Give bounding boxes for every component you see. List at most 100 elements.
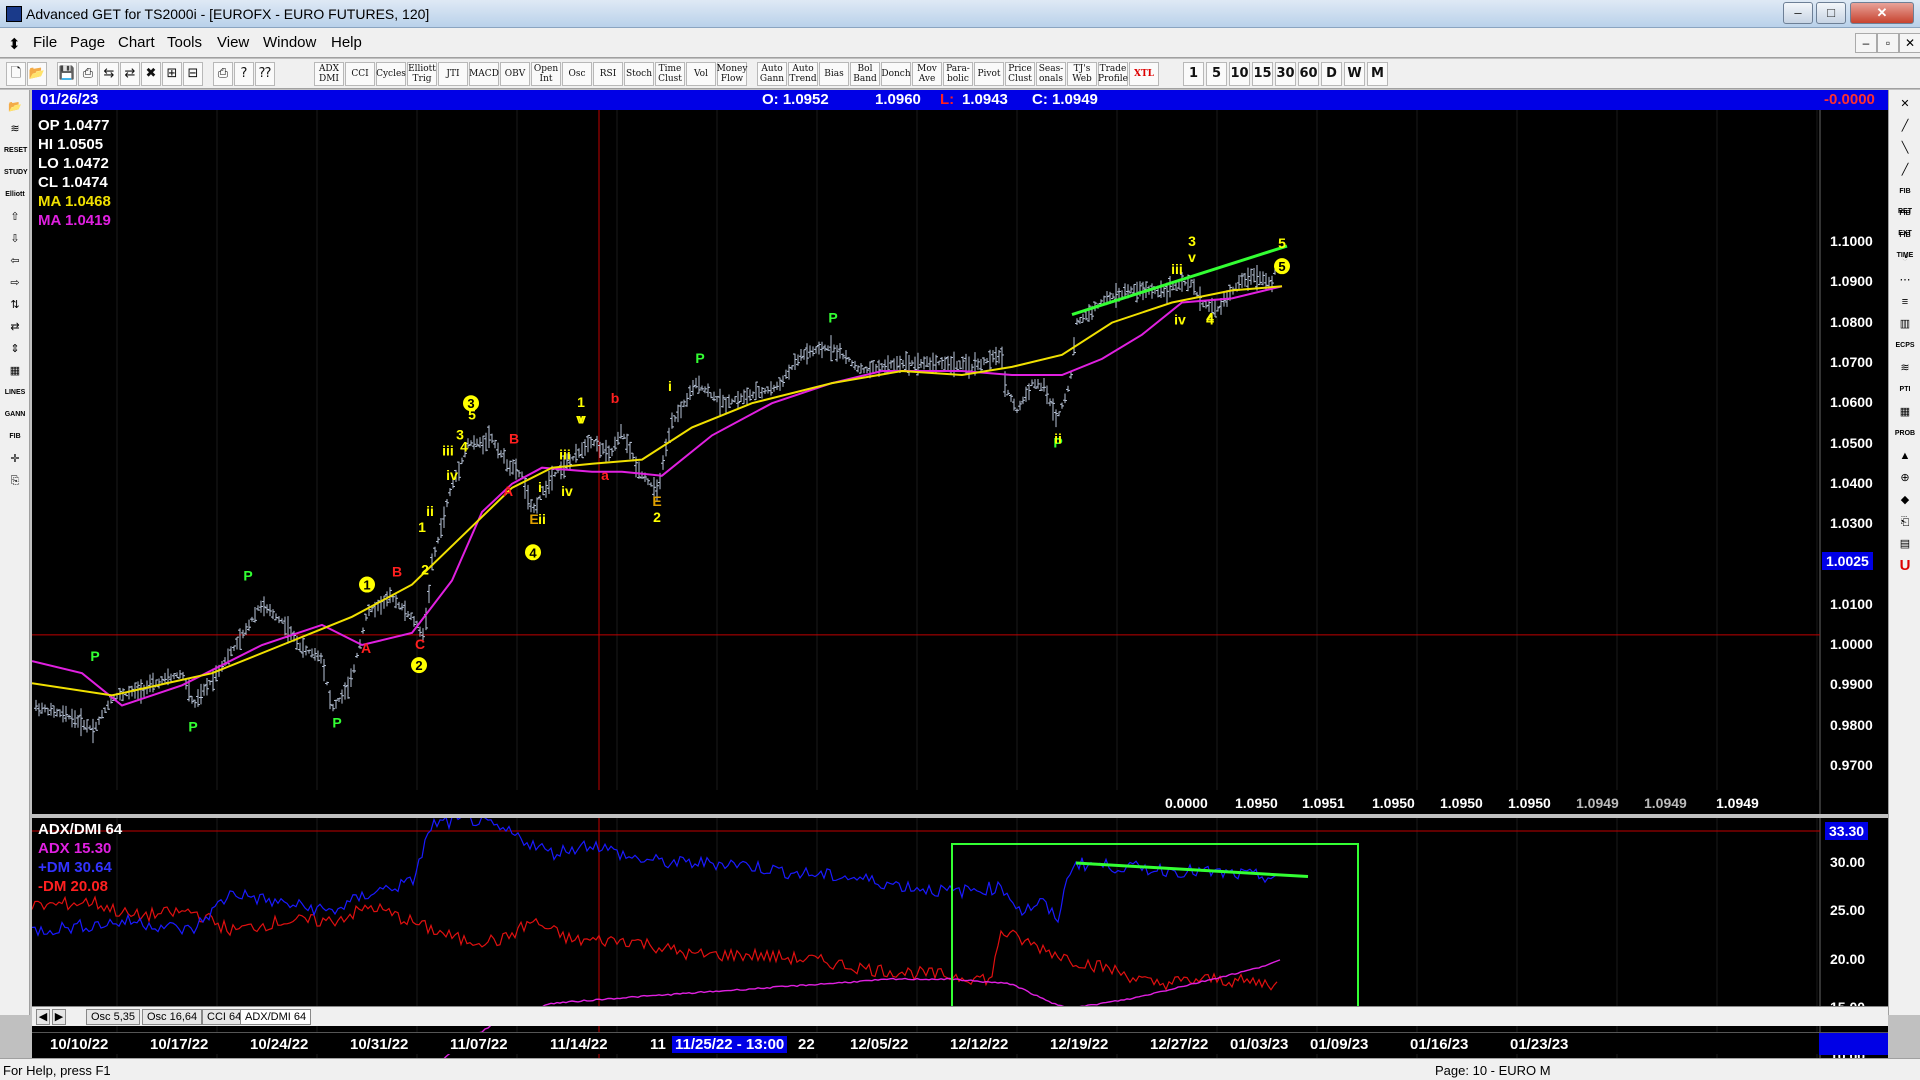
left-tool-16[interactable]: ✛ xyxy=(3,448,27,468)
study-button-cci[interactable]: CCI xyxy=(345,62,375,86)
menu-chart[interactable]: Chart xyxy=(118,34,155,51)
menu-file[interactable]: File xyxy=(33,34,57,51)
interval-button-10[interactable]: 10 xyxy=(1229,62,1250,86)
left-tool-12[interactable]: ▦ xyxy=(3,360,27,380)
right-tool-7[interactable]: ◔ xyxy=(1893,248,1917,268)
left-tool-1[interactable]: ≋ xyxy=(3,118,27,138)
interval-button-15[interactable]: 15 xyxy=(1252,62,1273,86)
file-tool-icon-0[interactable]: 🗋 xyxy=(6,62,26,86)
interval-button-1[interactable]: 1 xyxy=(1183,62,1204,86)
tab-osc-16-64[interactable]: Osc 16,64 xyxy=(142,1009,203,1025)
right-tool-20[interactable]: ▤ xyxy=(1893,534,1917,554)
right-tool-14[interactable]: ▦ xyxy=(1893,402,1917,422)
study-button-xtl[interactable]: XTL xyxy=(1129,62,1159,86)
right-tool-0[interactable]: ✕ xyxy=(1893,94,1917,114)
mdi-minimize-button[interactable]: – xyxy=(1855,33,1877,53)
left-tool-5[interactable]: ⇧ xyxy=(3,206,27,226)
study-button-para-bolic[interactable]: Para-bolic xyxy=(943,62,973,86)
left-tool-0[interactable]: 📂 xyxy=(3,96,27,116)
left-tool-4[interactable]: Elliott xyxy=(3,184,27,204)
tab-adx-dmi-64[interactable]: ADX/DMI 64 xyxy=(240,1009,312,1025)
file-tool-icon-10[interactable]: ? xyxy=(234,62,254,86)
right-tool-12[interactable]: ≋ xyxy=(1893,358,1917,378)
right-tool-10[interactable]: ▥ xyxy=(1893,314,1917,334)
menu-view[interactable]: View xyxy=(217,34,249,51)
right-tool-13[interactable]: PTI xyxy=(1893,380,1917,400)
right-tool-19[interactable]: ⎗ xyxy=(1893,512,1917,532)
study-button-money-flow[interactable]: Money Flow xyxy=(717,62,747,86)
left-tool-13[interactable]: LINES xyxy=(3,382,27,402)
left-tool-8[interactable]: ⇨ xyxy=(3,272,27,292)
study-button-trade-profile[interactable]: Trade Profile xyxy=(1098,62,1128,86)
interval-button-30[interactable]: 30 xyxy=(1275,62,1296,86)
menu-tools[interactable]: Tools xyxy=(167,34,202,51)
tab-scroll-right[interactable]: ▶ xyxy=(52,1009,66,1025)
right-tool-2[interactable]: ╲ xyxy=(1893,138,1917,158)
right-tool-21[interactable]: U xyxy=(1893,556,1917,576)
price-chart-svg[interactable]: PPPPPPP12345BCABAbaiiiiiiivv34512EE3viii… xyxy=(32,110,1888,814)
study-button-vol[interactable]: Vol xyxy=(686,62,716,86)
study-button-macd[interactable]: MACD xyxy=(469,62,499,86)
left-tool-9[interactable]: ⇅ xyxy=(3,294,27,314)
right-tool-18[interactable]: ◆ xyxy=(1893,490,1917,510)
file-tool-icon-2[interactable]: 💾 xyxy=(57,62,77,86)
right-tool-9[interactable]: ≡ xyxy=(1893,292,1917,312)
file-tool-icon-1[interactable]: 📂 xyxy=(27,62,47,86)
maximize-button[interactable]: □ xyxy=(1816,2,1846,24)
study-button-open-int[interactable]: Open Int xyxy=(531,62,561,86)
file-tool-icon-9[interactable]: ⎙ xyxy=(213,62,233,86)
right-tool-4[interactable]: FIB RET xyxy=(1893,182,1917,215)
left-tool-11[interactable]: ⇕ xyxy=(3,338,27,358)
study-button-price-clust[interactable]: Price Clust xyxy=(1005,62,1035,86)
left-tool-7[interactable]: ⇦ xyxy=(3,250,27,270)
left-tool-10[interactable]: ⇄ xyxy=(3,316,27,336)
study-button-osc[interactable]: Osc xyxy=(562,62,592,86)
study-button-bol-band[interactable]: Bol Band xyxy=(850,62,880,86)
interval-button-m[interactable]: M xyxy=(1367,62,1388,86)
file-tool-icon-6[interactable]: ✖ xyxy=(141,62,161,86)
price-panel[interactable]: P P P P P P P 1 2 3 4 5 B C A B Ab a i ii iii iv v 3 4 5 1 2 E E 3 v iii… xyxy=(32,110,1888,814)
file-tool-icon-11[interactable]: ⁇ xyxy=(255,62,275,86)
right-tool-16[interactable]: ▲ xyxy=(1893,446,1917,466)
tab-osc-5-35[interactable]: Osc 5,35 xyxy=(86,1009,141,1025)
study-button-auto-gann[interactable]: Auto Gann xyxy=(757,62,787,86)
left-tool-6[interactable]: ⇩ xyxy=(3,228,27,248)
interval-button-5[interactable]: 5 xyxy=(1206,62,1227,86)
minimize-button[interactable]: – xyxy=(1783,2,1813,24)
study-button-rsi[interactable]: RSI xyxy=(593,62,623,86)
study-button-mov-ave[interactable]: Mov Ave xyxy=(912,62,942,86)
left-tool-17[interactable]: ⎘ xyxy=(3,470,27,490)
file-tool-icon-8[interactable]: ⊟ xyxy=(183,62,203,86)
mdi-close-button[interactable]: ✕ xyxy=(1899,33,1920,53)
menu-help[interactable]: Help xyxy=(331,34,362,51)
interval-button-d[interactable]: D xyxy=(1321,62,1342,86)
file-tool-icon-3[interactable]: ⎙ xyxy=(78,62,98,86)
file-tool-icon-5[interactable]: ⇄ xyxy=(120,62,140,86)
tab-scroll-left[interactable]: ◀ xyxy=(36,1009,50,1025)
study-button-bias[interactable]: Bias xyxy=(819,62,849,86)
file-tool-icon-7[interactable]: ⊞ xyxy=(162,62,182,86)
menu-page[interactable]: Page xyxy=(70,34,105,51)
study-button-jti[interactable]: JTI xyxy=(438,62,468,86)
study-button-obv[interactable]: OBV xyxy=(500,62,530,86)
right-tool-8[interactable]: ⋯ xyxy=(1893,270,1917,290)
study-button-donch[interactable]: Donch xyxy=(881,62,911,86)
right-tool-3[interactable]: ╱ xyxy=(1893,160,1917,180)
interval-button-w[interactable]: W xyxy=(1344,62,1365,86)
study-button-adx-dmi[interactable]: ADX DMI xyxy=(314,62,344,86)
study-button-time-clust[interactable]: Time Clust xyxy=(655,62,685,86)
document-icon[interactable]: ⬍ xyxy=(8,35,21,53)
study-button-seas-onals[interactable]: Seas-onals xyxy=(1036,62,1066,86)
right-tool-15[interactable]: PROB xyxy=(1893,424,1917,444)
study-button-pivot[interactable]: Pivot xyxy=(974,62,1004,86)
mdi-restore-button[interactable]: ▫ xyxy=(1877,33,1899,53)
close-button[interactable]: ✕ xyxy=(1850,2,1914,24)
left-tool-2[interactable]: RESET xyxy=(3,140,27,160)
left-tool-15[interactable]: FIB xyxy=(3,426,27,446)
study-button-auto-trend[interactable]: Auto Trend xyxy=(788,62,818,86)
right-tool-11[interactable]: ECPS xyxy=(1893,336,1917,356)
study-button-elliott-trig[interactable]: Elliott Trig xyxy=(407,62,437,86)
right-tool-17[interactable]: ⊕ xyxy=(1893,468,1917,488)
left-tool-3[interactable]: STUDY xyxy=(3,162,28,182)
interval-button-60[interactable]: 60 xyxy=(1298,62,1319,86)
